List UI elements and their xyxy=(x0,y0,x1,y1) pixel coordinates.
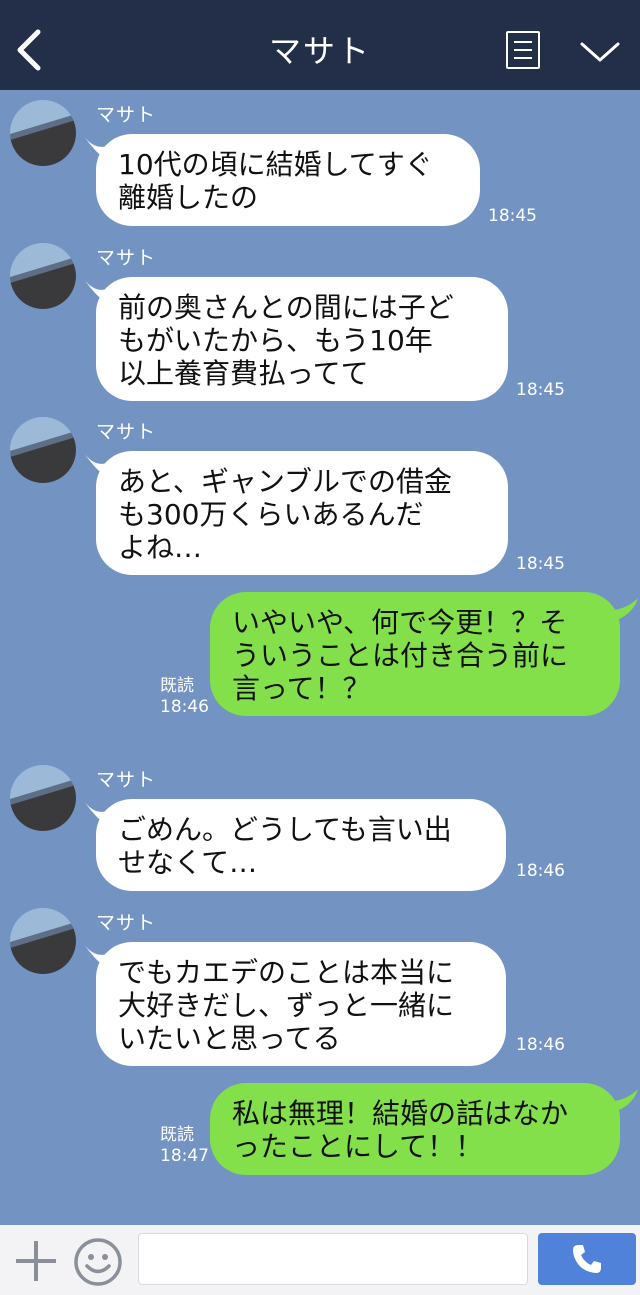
sender-name: マサト xyxy=(96,421,157,443)
call-button[interactable] xyxy=(538,1233,636,1285)
chat-title: マサト xyxy=(268,32,371,70)
plus-icon[interactable] xyxy=(14,1239,58,1283)
message-time: 18:46 xyxy=(516,1035,565,1055)
message-bubble: あと、ギャンブルでの借金 も300万くらいあるんだ よね… xyxy=(96,451,508,575)
message-time: 18:47 xyxy=(160,1146,209,1166)
read-receipt: 既読 xyxy=(160,676,194,696)
smiley-icon[interactable] xyxy=(73,1237,123,1287)
avatar[interactable] xyxy=(10,243,76,309)
message-time: 18:46 xyxy=(160,697,209,717)
chat-area: マサト 10代の頃に結婚してすぐ 離婚したの 18:45 マサト 前の奥さんとの… xyxy=(0,90,640,1225)
read-receipt: 既読 xyxy=(160,1125,194,1145)
sender-name: マサト xyxy=(96,104,157,126)
message-bubble: でもカエデのことは本当に 大好きだし、ずっと一緒に いたいと思ってる xyxy=(96,942,506,1066)
message-bubble: 10代の頃に結婚してすぐ 離婚したの xyxy=(96,134,480,226)
message-time: 18:45 xyxy=(488,206,537,226)
chevron-down-icon[interactable] xyxy=(578,38,622,66)
input-bar xyxy=(0,1225,640,1295)
sender-name: マサト xyxy=(96,912,157,934)
message-bubble: ごめん。どうしても言い出 せなくて… xyxy=(96,799,506,891)
phone-icon xyxy=(573,1245,601,1273)
message-bubble: 私は無理！結婚の話はなか ったことにして！！ xyxy=(210,1083,620,1175)
message-bubble: 前の奥さんとの間には子ど もがいたから、もう10年 以上養育費払ってて xyxy=(96,277,508,401)
avatar[interactable] xyxy=(10,417,76,483)
avatar[interactable] xyxy=(10,908,76,974)
list-icon[interactable] xyxy=(506,31,540,69)
message-input[interactable] xyxy=(138,1233,528,1285)
chat-header: マサト xyxy=(0,0,640,90)
sender-name: マサト xyxy=(96,247,157,269)
avatar[interactable] xyxy=(10,765,76,831)
message-time: 18:45 xyxy=(516,554,565,574)
message-time: 18:45 xyxy=(516,380,565,400)
message-time: 18:46 xyxy=(516,861,565,881)
avatar[interactable] xyxy=(10,100,76,166)
sender-name: マサト xyxy=(96,769,157,791)
message-bubble: いやいや、何で今更！？そ ういうことは付き合う前に 言って！？ xyxy=(210,592,620,716)
